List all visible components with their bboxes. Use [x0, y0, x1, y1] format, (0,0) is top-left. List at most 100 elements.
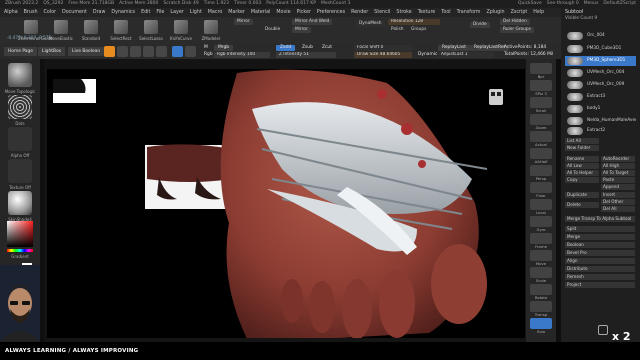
subtool-item[interactable]: UVMesh_Orc_009: [565, 80, 636, 90]
brush-picker[interactable]: Move Topologic: [3, 63, 37, 94]
subtool-merge-transp-button[interactable]: Merge Transp To Alpha Subtool: [565, 216, 635, 222]
zsub-button[interactable]: Zsub: [298, 45, 317, 51]
quicksave-button[interactable]: QuickSave: [518, 0, 542, 8]
subtool-item[interactable]: Extract3: [565, 92, 636, 102]
subtool-paste-button[interactable]: Paste: [601, 177, 635, 183]
menu-help[interactable]: Help: [533, 8, 544, 17]
live-boolean-button[interactable]: Live Boolean: [68, 47, 105, 56]
subtool-item[interactable]: PM3D_Cube3D1: [565, 44, 636, 54]
menu-picker[interactable]: Picker: [297, 8, 311, 17]
subtool-item[interactable]: body1: [565, 104, 636, 114]
alpha-picker[interactable]: Alpha Off: [3, 127, 37, 158]
del-hidden-button[interactable]: Del Hidden: [500, 19, 530, 25]
menu-color[interactable]: Color: [43, 8, 56, 17]
shelf-tool-knifecurve[interactable]: KnifeCurve: [168, 19, 194, 42]
move-icon[interactable]: [130, 46, 141, 57]
subtool-remesh-button[interactable]: Remesh: [565, 274, 635, 280]
menu-macro[interactable]: Macro: [208, 8, 223, 17]
subtool-new-folder-button[interactable]: New Folder: [565, 145, 599, 151]
subtool-all-to-helper-button[interactable]: All To Helper: [565, 170, 599, 176]
subtool-align-button[interactable]: Align: [565, 258, 635, 264]
subtool-item[interactable]: PM3D_Sphere3D1: [565, 56, 636, 66]
menu-texture[interactable]: Texture: [418, 8, 436, 17]
adjust-last-slider[interactable]: AdjustLast 1: [438, 52, 494, 58]
divide-button[interactable]: Divide: [470, 22, 490, 28]
menu-preferences[interactable]: Preferences: [317, 8, 345, 17]
ruler-groups-button[interactable]: Ruler Groups: [500, 27, 534, 33]
menu-layer[interactable]: Layer: [170, 8, 183, 17]
shelf-tool-selectlasso[interactable]: SelectLasso: [138, 19, 164, 42]
stroke-picker[interactable]: Dots: [3, 95, 37, 126]
right-tray-transp-button[interactable]: Transp: [530, 301, 552, 317]
subtool-item[interactable]: Extract2: [565, 126, 636, 136]
m-button[interactable]: M: [200, 45, 212, 51]
right-tray-solo-button[interactable]: Solo: [530, 318, 552, 334]
right-tray-local-button[interactable]: Local: [530, 199, 552, 215]
subtool-append-button[interactable]: Append: [601, 184, 635, 190]
right-tray-aahalf-button[interactable]: AAHalf: [530, 148, 552, 164]
edit-icon[interactable]: [104, 46, 115, 57]
right-tray-scale-button[interactable]: Scale: [530, 267, 552, 283]
subtool-autoreorder-button[interactable]: AutoReorder: [601, 156, 635, 162]
right-tray-scroll-button[interactable]: Scroll: [530, 97, 552, 113]
menu-material[interactable]: Material: [251, 8, 271, 17]
menu-zscript[interactable]: Zscript: [511, 8, 528, 17]
menus-button[interactable]: Menus: [584, 0, 599, 8]
draw-icon[interactable]: [117, 46, 128, 57]
menu-light[interactable]: Light: [190, 8, 202, 17]
z-intensity-slider[interactable]: Z Intensity 51: [276, 52, 336, 58]
right-tray-persp-button[interactable]: Persp: [530, 165, 552, 181]
draw-size-slider[interactable]: Draw Size 48.64605: [354, 52, 412, 58]
subtool-duplicate-button[interactable]: Duplicate: [565, 192, 599, 198]
subtool-del-other-button[interactable]: Del Other: [601, 199, 635, 205]
menu-zplugin[interactable]: Zplugin: [486, 8, 504, 17]
groups-button[interactable]: Groups: [408, 27, 429, 33]
subtool-merge-button[interactable]: Merge: [565, 234, 635, 240]
subtool-insert-button[interactable]: Insert: [601, 192, 635, 198]
right-tray-actual-button[interactable]: Actual: [530, 131, 552, 147]
focal-shift-slider[interactable]: Focal Shift 0: [354, 45, 412, 51]
right-tray-move-button[interactable]: Move: [530, 250, 552, 266]
subtool-boolean-button[interactable]: Boolean: [565, 242, 635, 248]
menu-brush[interactable]: Brush: [24, 8, 38, 17]
menu-marker[interactable]: Marker: [228, 8, 245, 17]
mirror-and-weld-button[interactable]: Mirror And Weld: [292, 19, 333, 25]
menu-dynamics[interactable]: Dynamics: [111, 8, 135, 17]
subtool-item[interactable]: UVMesh_Orc_004: [565, 68, 636, 78]
right-tray-gyro-button[interactable]: Gyro: [530, 216, 552, 232]
menu-alpha[interactable]: Alpha: [4, 8, 18, 17]
menu-stencil[interactable]: Stencil: [374, 8, 390, 17]
zcut-button[interactable]: Zcut: [318, 45, 336, 51]
lightbox-button[interactable]: LightBox: [38, 47, 66, 56]
right-tray-zoom-button[interactable]: Zoom: [530, 114, 552, 130]
subtool-del-all-button[interactable]: Del All: [601, 206, 635, 212]
right-tray-floor-button[interactable]: Floor: [530, 182, 552, 198]
rotate-icon[interactable]: [156, 46, 167, 57]
color-picker[interactable]: Gradient: [3, 221, 37, 259]
material-picker[interactable]: SkinShade4: [3, 191, 37, 222]
scale-icon[interactable]: [143, 46, 154, 57]
resolution-slider[interactable]: Resolution 128: [388, 19, 440, 25]
mirror-tool-button[interactable]: Mirror: [292, 27, 311, 33]
subtool-item[interactable]: Orc_004: [565, 31, 636, 41]
right-tray-bpr-button[interactable]: Bpr: [530, 63, 552, 79]
double-button[interactable]: Double: [262, 27, 283, 33]
shelf-tool-selectrect[interactable]: SelectRect: [108, 19, 134, 42]
see-through-slider[interactable]: See-through 0: [547, 0, 579, 8]
subtool-delete-button[interactable]: Delete: [565, 202, 599, 208]
right-tray-rotate-button[interactable]: Rotate: [530, 284, 552, 300]
subtool-project-button[interactable]: Project: [565, 282, 635, 288]
home-page-button[interactable]: Home Page: [4, 47, 37, 56]
subtool-item[interactable]: Nelda_HumanMaleAverage7: [565, 116, 636, 126]
dynamesh-button[interactable]: DynaMesh: [356, 21, 385, 27]
menu-draw[interactable]: Draw: [93, 8, 106, 17]
menu-tool[interactable]: Tool: [441, 8, 450, 17]
menu-transform[interactable]: Transform: [457, 8, 481, 17]
menu-edit[interactable]: Edit: [141, 8, 150, 17]
subtool-copy-button[interactable]: Copy: [565, 177, 599, 183]
hue-strip[interactable]: [7, 249, 33, 252]
mirror-button[interactable]: Mirror: [234, 19, 253, 25]
texture-picker[interactable]: Texture Off: [3, 159, 37, 190]
shelf-tool-zmodeler[interactable]: ZModeler: [198, 19, 224, 42]
default-zscript-button[interactable]: DefaultZScript: [603, 0, 636, 8]
